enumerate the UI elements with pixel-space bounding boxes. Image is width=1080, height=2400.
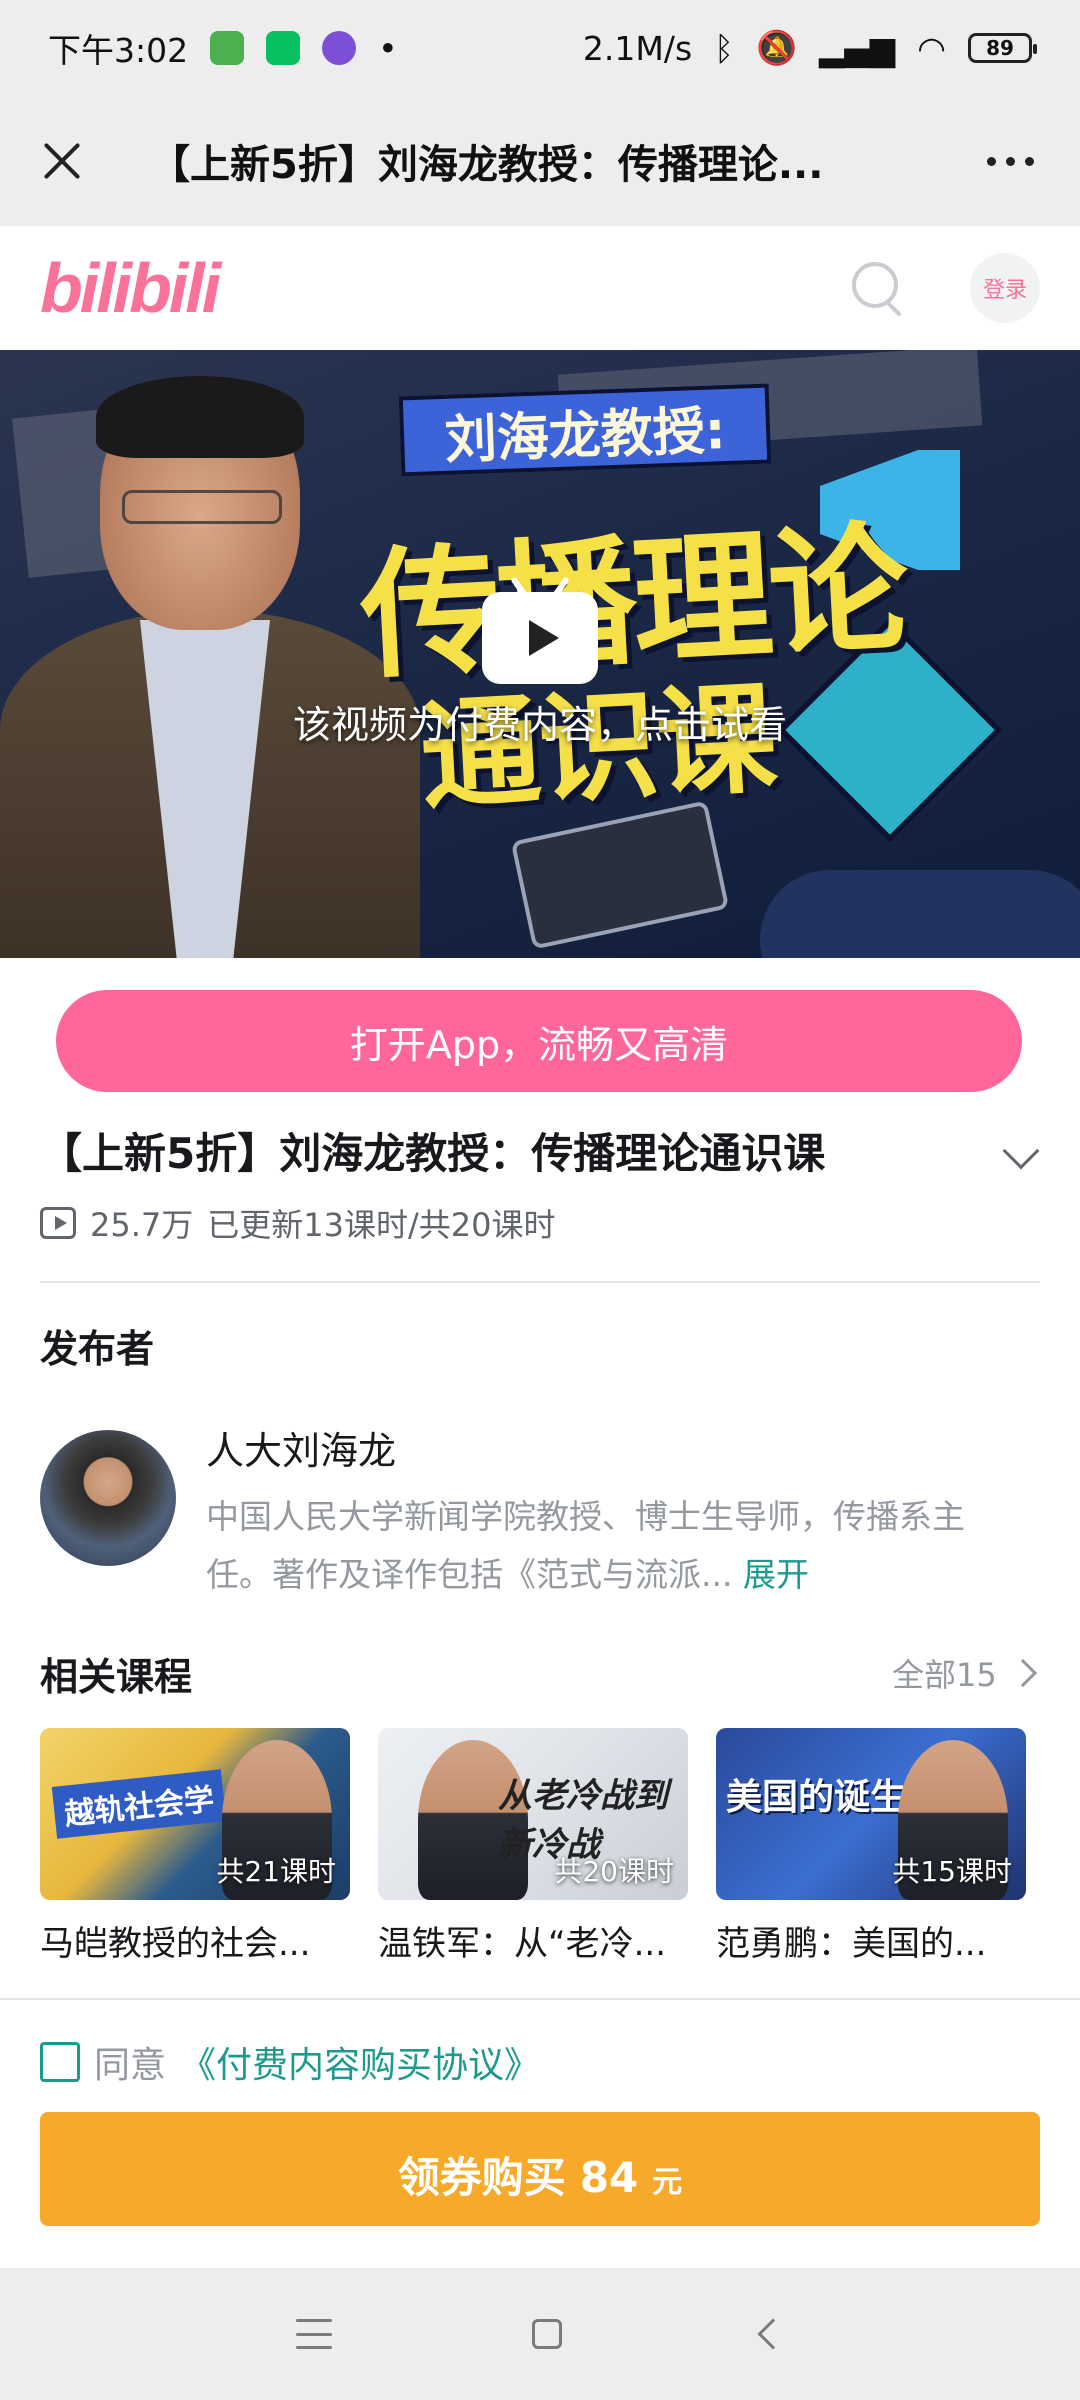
related-all-label: 全部15	[892, 1656, 997, 1694]
publisher-description-text: 中国人民大学新闻学院教授、博士生导师，传播系主任。著作及译作包括《范式与流派..…	[206, 1497, 965, 1594]
status-time: 下午3:02	[48, 31, 189, 70]
chevron-right-icon	[1008, 1658, 1037, 1688]
wechat-notification-icon	[266, 31, 301, 65]
related-course-card[interactable]: 从老冷战到新冷战 共20课时 温铁军：从“老冷...	[378, 1728, 688, 1965]
course-meta: 25.7万 已更新13课时/共20课时	[40, 1200, 556, 1246]
buy-unit: 元	[652, 2165, 683, 2200]
thumbnail-title: 越轨社会学	[51, 1769, 227, 1839]
related-course-thumbnail: 美国的诞生 共15课时	[716, 1728, 1026, 1900]
network-speed: 2.1M/s	[582, 28, 693, 68]
menu-icon[interactable]	[296, 2319, 332, 2349]
related-course-caption: 温铁军：从“老冷...	[378, 1924, 667, 1964]
battery-icon: 89	[968, 33, 1037, 63]
more-notifications-dot-icon: •	[378, 28, 398, 68]
video-player[interactable]: 刘海龙教授: 传播理论 通识课 该视频为付费内容，点击试看	[0, 350, 1080, 958]
lesson-count: 共21课时	[216, 1855, 336, 1888]
buy-label: 领券购买	[397, 2153, 566, 2202]
lesson-count: 共20课时	[554, 1855, 674, 1888]
agreement-checkbox[interactable]	[40, 2042, 80, 2082]
related-course-thumbnail: 从老冷战到新冷战 共20课时	[378, 1728, 688, 1900]
back-icon[interactable]	[757, 2318, 789, 2350]
system-nav-bar	[0, 2268, 1080, 2400]
related-course-caption: 马皑教授的社会...	[40, 1924, 311, 1964]
browser-title-bar: 【上新5折】刘海龙教授：传播理论...	[0, 96, 1080, 226]
home-icon[interactable]	[532, 2319, 562, 2349]
play-icon[interactable]	[482, 592, 598, 684]
bluetooth-icon: ᛒ	[714, 28, 734, 68]
trial-hint[interactable]: 该视频为付费内容，点击试看	[0, 694, 1080, 749]
lesson-count: 共15课时	[892, 1855, 1012, 1888]
open-app-button[interactable]: 打开App，流畅又高清	[56, 990, 1022, 1092]
buy-button[interactable]: 领券购买 84 元	[40, 2112, 1040, 2226]
divider	[40, 1281, 1040, 1283]
related-course-card[interactable]: 越轨社会学 共21课时 马皑教授的社会...	[40, 1728, 350, 1965]
agreement-prefix: 同意	[94, 2045, 167, 2086]
login-button[interactable]: 登录	[970, 253, 1040, 323]
search-icon[interactable]	[846, 256, 910, 320]
related-course-caption: 范勇鹏：美国的...	[716, 1924, 987, 1964]
app-notification-icon	[322, 31, 357, 65]
agreement-row: 同意 《付费内容购买协议》	[40, 2036, 540, 2088]
play-count: 25.7万	[90, 1206, 194, 1244]
course-progress: 已更新13课时/共20课时	[207, 1206, 556, 1244]
play-count-icon	[40, 1207, 76, 1239]
mute-icon: 🔕	[755, 28, 798, 67]
chevron-down-icon[interactable]	[1002, 1132, 1040, 1170]
buy-price: 84	[579, 2153, 639, 2202]
banner-cloud-decoration	[760, 870, 1080, 958]
gallery-notification-icon	[210, 31, 245, 65]
bilibili-logo[interactable]: bilibili	[40, 248, 221, 328]
signal-icon: ▂▄▆	[819, 28, 896, 68]
battery-level: 89	[986, 36, 1014, 60]
agreement-link[interactable]: 《付费内容购买协议》	[180, 2036, 540, 2088]
close-icon[interactable]	[36, 135, 88, 187]
expand-description-link[interactable]: 展开	[743, 1555, 809, 1594]
wifi-icon: ◠	[917, 28, 946, 68]
related-course-card[interactable]: 美国的诞生 共15课时 范勇鹏：美国的...	[716, 1728, 1026, 1965]
publisher-avatar[interactable]	[40, 1430, 176, 1566]
thumbnail-title: 美国的诞生	[726, 1777, 907, 1818]
status-bar: 下午3:02 • 2.1M/s ᛒ 🔕 ▂▄▆ ◠ 89	[0, 0, 1080, 96]
related-courses-heading: 相关课程	[40, 1655, 193, 1699]
related-course-thumbnail: 越轨社会学 共21课时	[40, 1728, 350, 1900]
banner-professor-photo	[0, 376, 420, 958]
banner-small-title: 刘海龙教授:	[398, 383, 772, 477]
divider	[0, 1998, 1080, 2000]
more-options-icon[interactable]	[977, 147, 1044, 176]
page-title: 【上新5折】刘海龙教授：传播理论...	[150, 142, 824, 188]
course-title: 【上新5折】刘海龙教授：传播理论通识课	[40, 1129, 826, 1178]
site-header: bilibili 登录	[0, 226, 1080, 350]
publisher-heading: 发布者	[40, 1327, 155, 1371]
related-courses-list: 越轨社会学 共21课时 马皑教授的社会... 从老冷战到新冷战 共20课时 温铁…	[40, 1728, 1026, 1965]
publisher-description: 中国人民大学新闻学院教授、博士生导师，传播系主任。著作及译作包括《范式与流派..…	[206, 1488, 1006, 1604]
related-all-link[interactable]: 全部15	[892, 1650, 1037, 1696]
publisher-name[interactable]: 人大刘海龙	[206, 1420, 396, 1475]
